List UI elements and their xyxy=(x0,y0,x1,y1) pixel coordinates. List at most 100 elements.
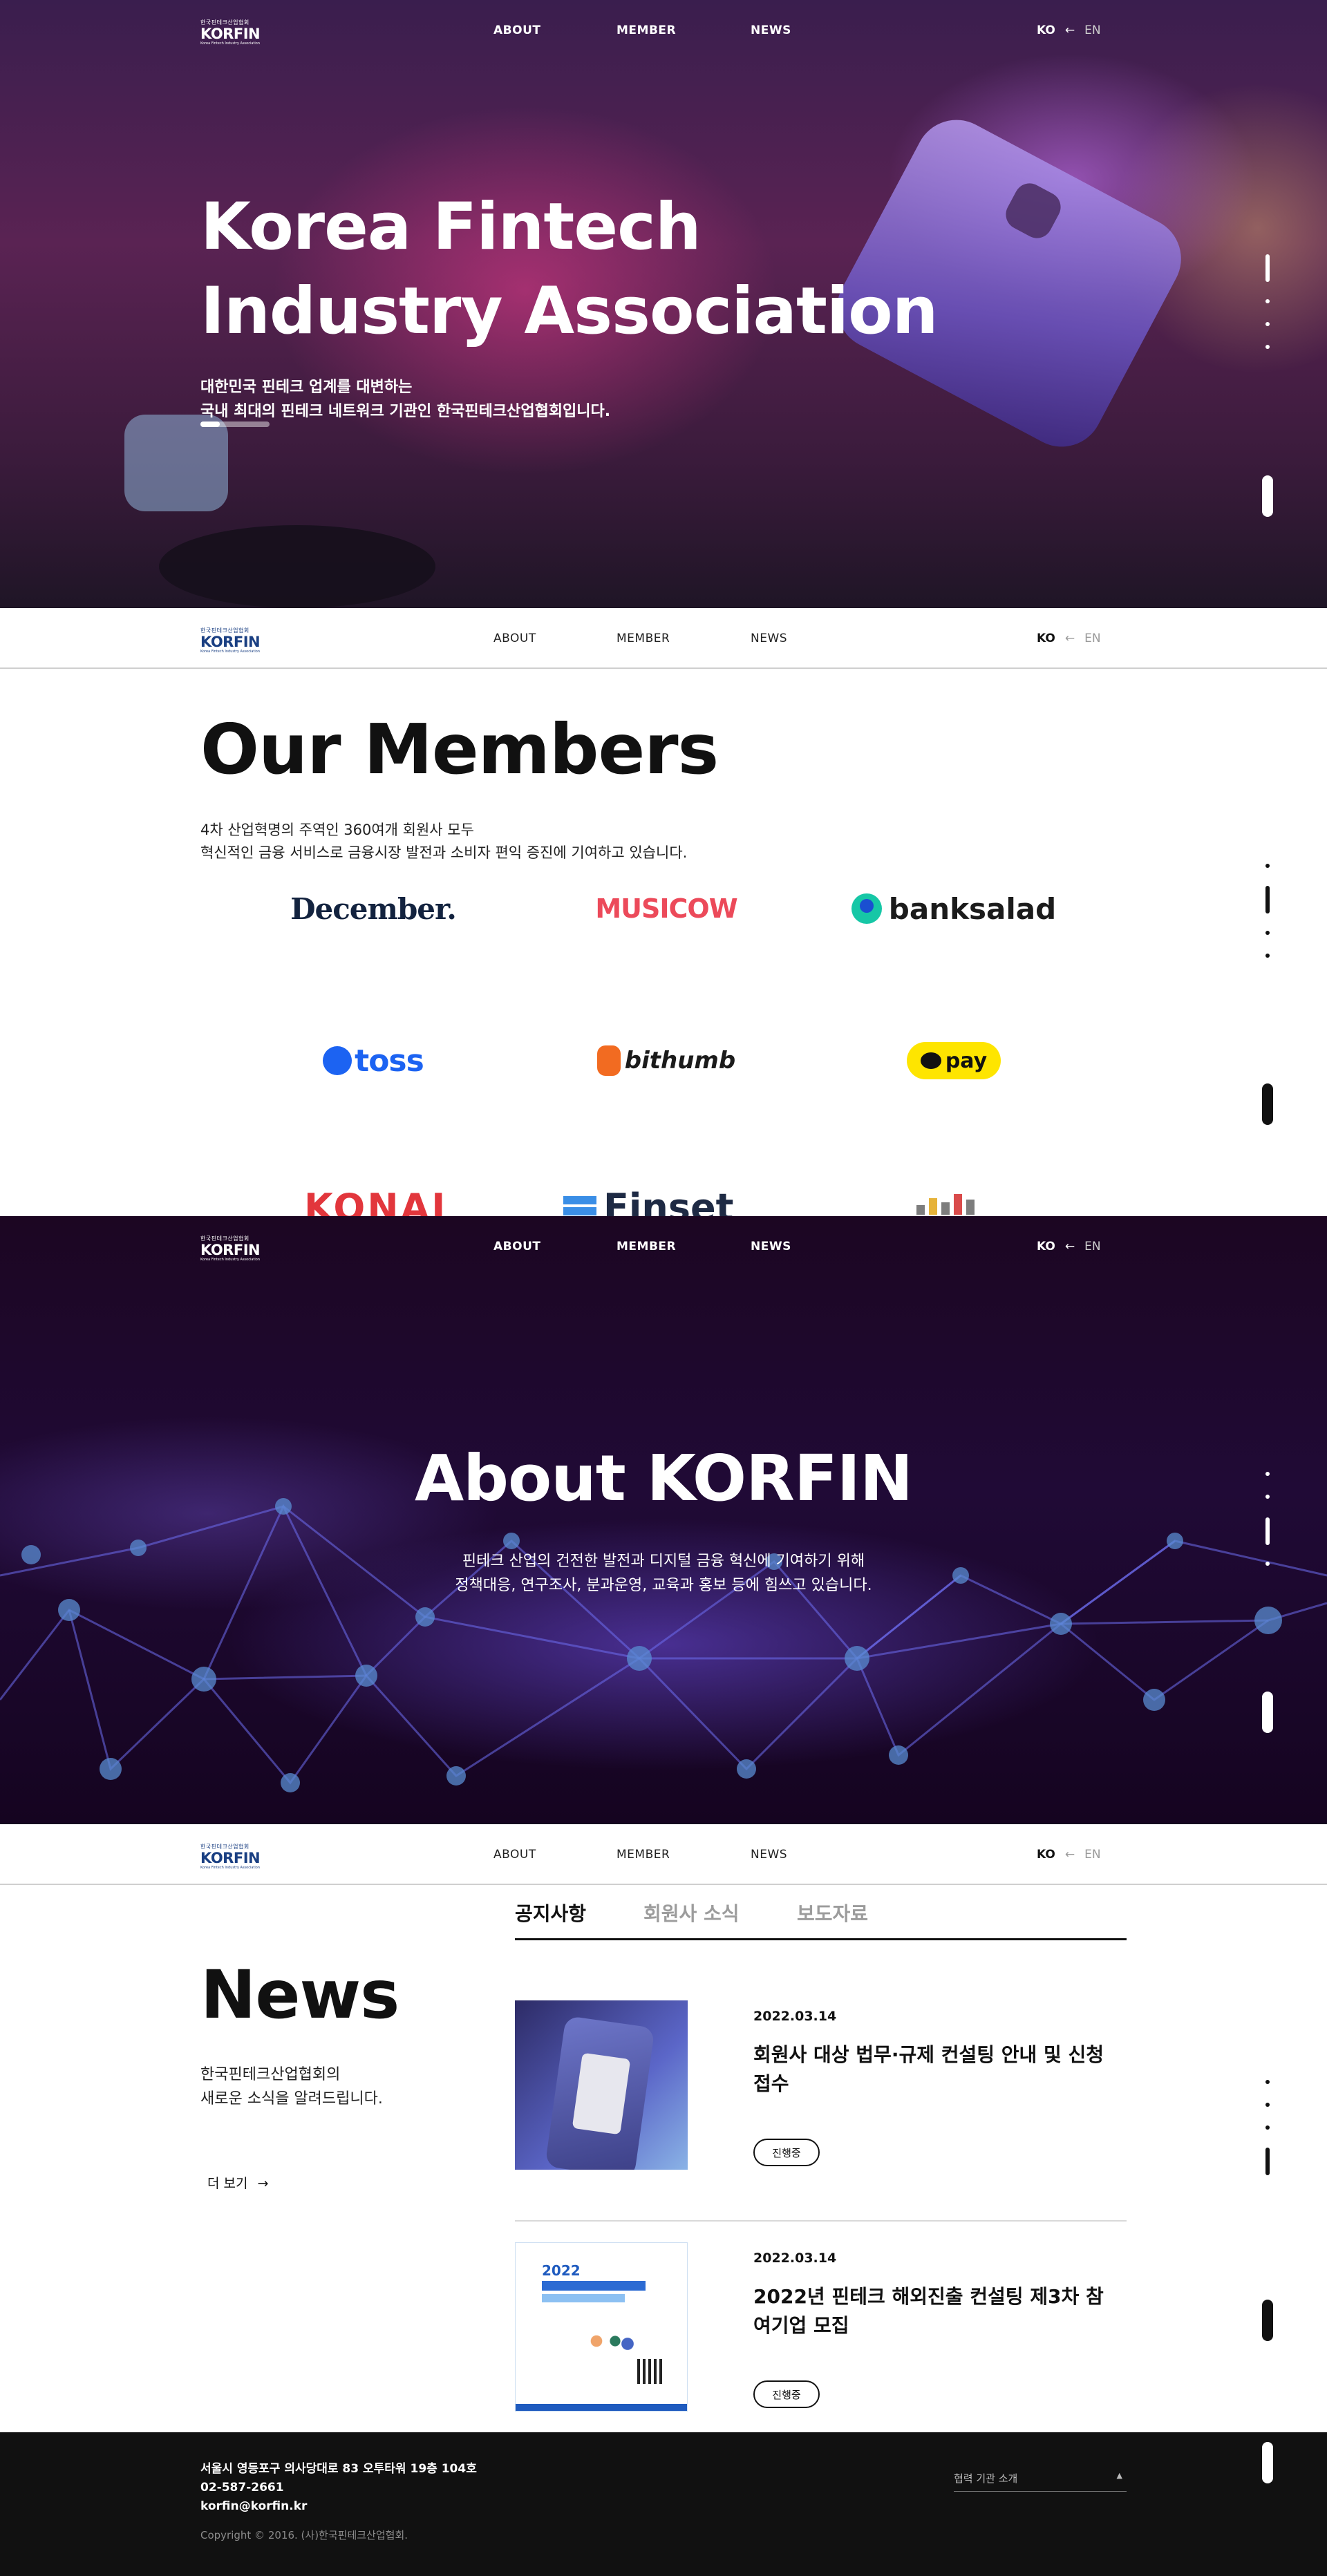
article-headline[interactable]: 2022년 핀테크 해외진출 컨설팅 제3차 참여기업 모집 xyxy=(753,2282,1113,2340)
bithumb-icon xyxy=(596,1045,621,1076)
footer-contact: 서울시 영등포구 의사당대로 83 오투타워 19층 104호 02-587-2… xyxy=(200,2460,477,2516)
arrow-right-icon: → xyxy=(257,2176,269,2191)
article-thumbnail[interactable] xyxy=(515,2000,688,2170)
pager-dot[interactable] xyxy=(1265,1472,1270,1476)
member-logo-toss[interactable]: toss xyxy=(256,1033,491,1088)
member-logo-musicow[interactable]: MUSICOW xyxy=(549,881,784,936)
nav-about[interactable]: ABOUT xyxy=(493,1848,536,1862)
korfin-logo[interactable]: 한국핀테크산업협회 KORFIN Korea Fintech Industry … xyxy=(200,19,270,46)
news-more-link[interactable]: 더 보기 → xyxy=(207,2173,268,2192)
language-switcher: KO ← EN xyxy=(1037,1240,1101,1253)
lang-ko[interactable]: KO xyxy=(1037,1848,1055,1862)
chart-logo-bar xyxy=(941,1202,950,1215)
korfin-logo[interactable]: 한국핀테크산업협회 KORFIN Korea Fintech Industry … xyxy=(200,1235,270,1262)
member-logo-chart[interactable] xyxy=(912,1187,988,1215)
about-description-line1: 핀테크 산업의 건전한 발전과 디지털 금융 혁신에 기여하기 위해 xyxy=(462,1553,865,1570)
footer-phone[interactable]: 02-587-2661 xyxy=(200,2479,477,2497)
member-logo-finset[interactable]: Finset N xyxy=(563,1187,771,1216)
banksalad-wordmark: banksalad xyxy=(888,891,1057,926)
partner-select[interactable]: 협력 기관 소개 ▲ xyxy=(954,2471,1127,2492)
pager-active-bar[interactable] xyxy=(1265,254,1270,282)
member-logo-konai[interactable]: KONAI xyxy=(304,1187,449,1217)
scroll-indicator[interactable] xyxy=(1262,1083,1273,1125)
lang-arrow-icon: ← xyxy=(1064,1848,1075,1862)
hero-subtitle-line1: 대한민국 핀테크 업계를 대변하는 xyxy=(200,379,413,396)
lang-ko[interactable]: KO xyxy=(1037,23,1055,37)
chart-logo-bar xyxy=(966,1200,975,1215)
news-article[interactable]: 2022.03.14 회원사 대상 법무·규제 컨설팅 안내 및 신청 접수 진… xyxy=(515,1980,1127,2222)
nav-news[interactable]: NEWS xyxy=(751,1240,791,1253)
site-header: 한국핀테크산업협회 KORFIN Korea Fintech Industry … xyxy=(0,1216,1327,1277)
member-logo-banksalad[interactable]: banksalad xyxy=(836,881,1071,936)
toss-icon xyxy=(323,1046,352,1075)
pager-dot[interactable] xyxy=(1265,1562,1270,1566)
pager-dot[interactable] xyxy=(1265,1495,1270,1499)
scroll-indicator[interactable] xyxy=(1262,2300,1273,2341)
pager-dot[interactable] xyxy=(1265,2080,1270,2084)
lang-ko[interactable]: KO xyxy=(1037,632,1055,645)
hero-title: Korea Fintech Industry Association xyxy=(200,185,939,354)
lang-en[interactable]: EN xyxy=(1084,632,1100,645)
news-section: 한국핀테크산업협회 KORFIN Korea Fintech Industry … xyxy=(0,1824,1327,2432)
nav-member[interactable]: MEMBER xyxy=(617,23,676,37)
news-description: 한국핀테크산업협회의 새로운 소식을 알려드립니다. xyxy=(200,2063,383,2111)
tab-press[interactable]: 보도자료 xyxy=(797,1899,868,1926)
hero-title-line2: Industry Association xyxy=(200,274,939,349)
lang-en[interactable]: EN xyxy=(1084,23,1100,37)
korfin-logo[interactable]: 한국핀테크산업협회 KORFIN Korea Fintech Industry … xyxy=(200,1844,270,1870)
logo-tagline: Korea Fintech Industry Association xyxy=(200,650,261,654)
pager-active-bar[interactable] xyxy=(1265,2148,1270,2175)
pager-dot[interactable] xyxy=(1265,2103,1270,2107)
logo-tagline: Korea Fintech Industry Association xyxy=(200,1866,261,1870)
news-article[interactable]: 2022 2022.03.14 2022년 핀테크 해외진출 컨설팅 제3차 참… xyxy=(515,2222,1127,2432)
nav-about[interactable]: ABOUT xyxy=(493,632,536,645)
members-description: 4차 산업혁명의 주역인 360여개 회원사 모두 혁신적인 금융 서비스로 금… xyxy=(200,819,687,864)
about-section: 한국핀테크산업협회 KORFIN Korea Fintech Industry … xyxy=(0,1216,1327,1824)
nav-about[interactable]: ABOUT xyxy=(493,23,540,37)
article-status-badge: 진행중 xyxy=(753,2139,820,2166)
nav-member[interactable]: MEMBER xyxy=(617,632,670,645)
pager-dot[interactable] xyxy=(1265,954,1270,958)
network-background-image xyxy=(0,1498,1327,1792)
nav-news[interactable]: NEWS xyxy=(751,632,787,645)
article-thumbnail[interactable]: 2022 xyxy=(515,2242,688,2412)
lang-en[interactable]: EN xyxy=(1084,1240,1100,1253)
nav-member[interactable]: MEMBER xyxy=(617,1848,670,1862)
pager-dot[interactable] xyxy=(1265,322,1270,326)
nav-about[interactable]: ABOUT xyxy=(493,1240,540,1253)
lang-arrow-icon: ← xyxy=(1064,23,1075,37)
toss-wordmark: toss xyxy=(355,1043,424,1079)
lang-arrow-icon: ← xyxy=(1064,1240,1075,1253)
footer-email[interactable]: korfin@korfin.kr xyxy=(200,2497,477,2516)
members-description-line1: 4차 산업혁명의 주역인 360여개 회원사 모두 xyxy=(200,822,474,838)
lang-arrow-icon: ← xyxy=(1064,632,1075,645)
lang-en[interactable]: EN xyxy=(1084,1848,1100,1862)
article-date: 2022.03.14 xyxy=(753,2009,837,2024)
kakaopay-wordmark: pay xyxy=(945,1048,988,1073)
nav-member[interactable]: MEMBER xyxy=(617,1240,676,1253)
member-logo-kakaopay[interactable]: pay xyxy=(836,1033,1071,1088)
pager-dot[interactable] xyxy=(1265,931,1270,935)
pager-dot[interactable] xyxy=(1265,2125,1270,2130)
nav-news[interactable]: NEWS xyxy=(751,23,791,37)
member-logo-december[interactable]: December. xyxy=(256,881,491,936)
pager-active-bar[interactable] xyxy=(1265,1517,1270,1545)
pager-dot[interactable] xyxy=(1265,345,1270,349)
tab-notice[interactable]: 공지사항 xyxy=(515,1899,586,1926)
site-header: 한국핀테크산업협회 KORFIN Korea Fintech Industry … xyxy=(0,608,1327,669)
scroll-indicator[interactable] xyxy=(1262,475,1273,517)
pager-dot[interactable] xyxy=(1265,864,1270,868)
member-logo-bithumb[interactable]: bithumb xyxy=(549,1033,784,1088)
pager-active-bar[interactable] xyxy=(1265,886,1270,913)
scroll-indicator[interactable] xyxy=(1262,2442,1273,2483)
scroll-indicator[interactable] xyxy=(1262,1692,1273,1733)
lang-ko[interactable]: KO xyxy=(1037,1240,1055,1253)
logo-main-text: KORFIN xyxy=(200,1242,261,1258)
pager-dot[interactable] xyxy=(1265,299,1270,303)
nav-news[interactable]: NEWS xyxy=(751,1848,787,1862)
site-header: 한국핀테크산업협회 KORFIN Korea Fintech Industry … xyxy=(0,1824,1327,1885)
footer-copyright: Copyright © 2016. (사)한국핀테크산업협회. xyxy=(200,2529,408,2541)
korfin-logo[interactable]: 한국핀테크산업협회 KORFIN Korea Fintech Industry … xyxy=(200,627,270,654)
article-headline[interactable]: 회원사 대상 법무·규제 컨설팅 안내 및 신청 접수 xyxy=(753,2040,1113,2099)
tab-member-news[interactable]: 회원사 소식 xyxy=(643,1899,740,1926)
